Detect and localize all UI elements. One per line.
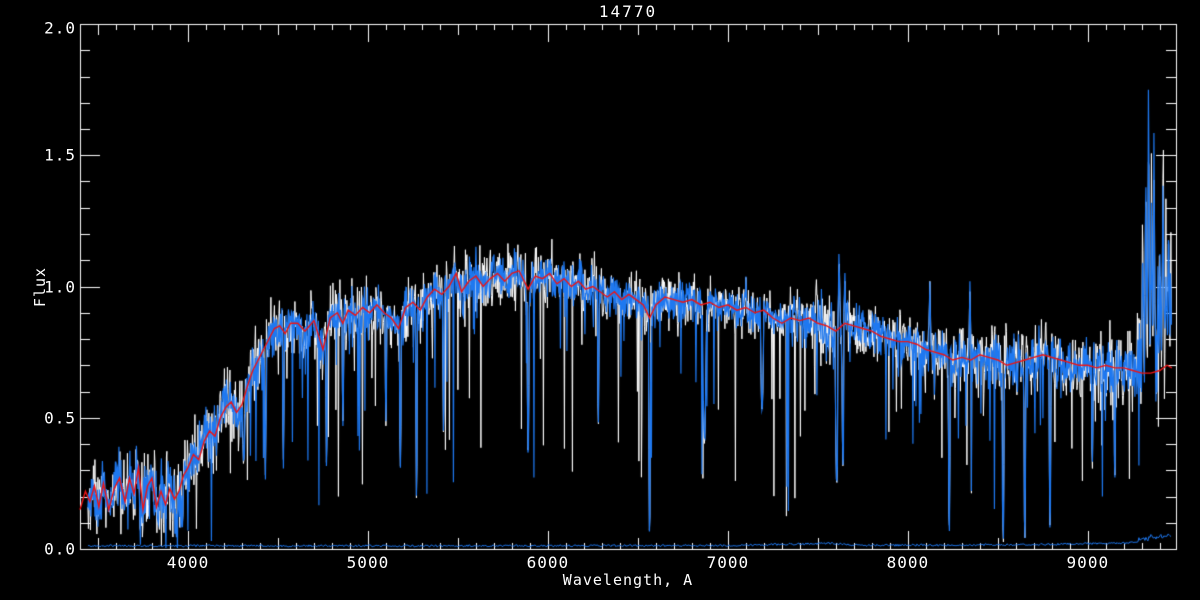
x-tick-label-4000: 4000	[166, 553, 210, 572]
x-tick-label-5000: 5000	[346, 553, 390, 572]
x-tick-label-7000: 7000	[706, 553, 750, 572]
y-tick-label-0.0: 0.0	[44, 539, 76, 559]
x-axis-label: Wavelength, A	[562, 571, 694, 589]
x-tick-label-6000: 6000	[526, 553, 570, 572]
x-tick-label-8000: 8000	[886, 553, 930, 572]
y-tick-label-2.0: 2.0	[44, 18, 76, 38]
y-tick-label-0.5: 0.5	[44, 408, 76, 428]
figure-root: 14770 Wavelength, A Flux 4000 5000 6000 700…	[0, 0, 1200, 600]
y-tick-label-1.0: 1.0	[44, 277, 76, 296]
y-tick-label-1.5: 1.5	[44, 145, 76, 165]
spectrum-plot-canvas	[0, 0, 1200, 600]
plot-title: 14770	[598, 2, 658, 21]
x-tick-label-9000: 9000	[1066, 553, 1110, 572]
